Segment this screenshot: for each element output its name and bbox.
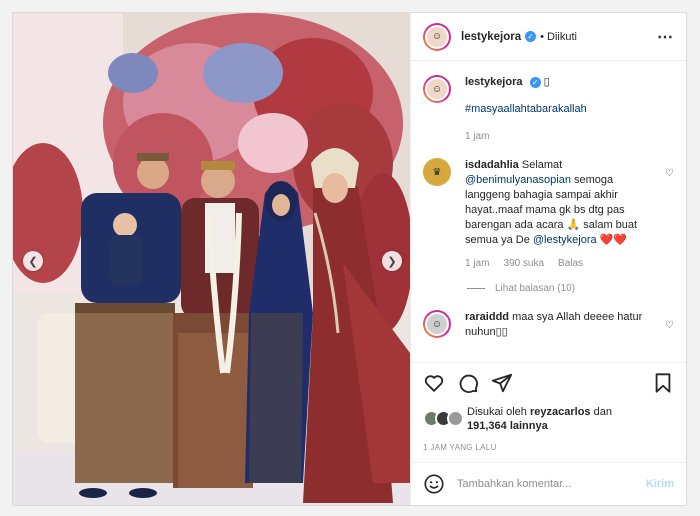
post-username[interactable]: lestykejora [461, 31, 521, 43]
avatar[interactable]: ♛ [423, 158, 451, 186]
caption-username[interactable]: lestykejora [465, 76, 522, 88]
avatar-image: ♛ [423, 158, 451, 186]
post-side-panel: ☺ lestykejora ✓ • Diikuti ⋯ ☺ lestykejor… [410, 13, 686, 505]
avatar[interactable]: ☺ [423, 75, 451, 103]
comment-likes[interactable]: 390 suka [503, 256, 544, 271]
more-options-icon[interactable]: ⋯ [657, 27, 674, 47]
avatar-image: ☺ [425, 312, 449, 336]
comment-meta: 1 jam 390 suka Balas [465, 256, 659, 271]
likes-text: Disukai oleh reyzacarlos dan 191,364 lai… [467, 405, 612, 433]
avatar-image: ☺ [425, 77, 449, 101]
chevron-left-icon[interactable]: ❮ [23, 251, 43, 271]
share-icon[interactable] [491, 372, 513, 394]
likes-summary: Disukai oleh reyzacarlos dan 191,364 lai… [423, 405, 674, 433]
likes-connector: dan [593, 406, 612, 418]
comment-icon[interactable] [457, 372, 479, 394]
likes-prefix: Disukai oleh [467, 406, 527, 418]
comment-item: ♛ isdadahlia Selamat @benimulyanasopian … [423, 158, 674, 271]
follow-state[interactable]: • Diikuti [540, 31, 577, 43]
caption-body: lestykejora ✓ ▯ #masyaallahtabarakallah … [465, 75, 674, 144]
caption-time[interactable]: 1 jam [465, 129, 489, 144]
likes-count[interactable]: 191,364 [467, 420, 507, 432]
verified-icon: ✓ [529, 76, 541, 88]
reply-button[interactable]: Balas [558, 256, 583, 271]
caption: ☺ lestykejora ✓ ▯ #masyaallahtabarakalla… [423, 75, 674, 144]
verified-icon: ✓ [525, 31, 537, 42]
caption-hashtag[interactable]: #masyaallahtabarakallah [465, 102, 674, 117]
comment-body: isdadahlia Selamat @benimulyanasopian se… [465, 158, 659, 271]
post-photo[interactable]: ❮ ❯ [13, 13, 410, 505]
comment-text: Selamat [521, 159, 563, 171]
comment-username[interactable]: raraiddd [465, 311, 509, 323]
view-replies[interactable]: Lihat balasan (10) [467, 283, 674, 294]
comment-time[interactable]: 1 jam [465, 256, 489, 271]
avatar[interactable]: ☺ [423, 22, 451, 51]
post-timestamp[interactable]: 1 JAM YANG LALU [423, 443, 674, 452]
comment-item: ☺ raraiddd maa sya Allah deeee hatur nuh… [423, 310, 674, 340]
comment-body: raraiddd maa sya Allah deeee hatur nuhun… [465, 310, 659, 340]
bookmark-icon[interactable] [652, 372, 674, 394]
post-actions: Disukai oleh reyzacarlos dan 191,364 lai… [411, 362, 686, 462]
wedding-photo [13, 13, 410, 505]
comment-hearts: ❤️❤️ [599, 234, 628, 246]
heart-icon[interactable] [423, 372, 445, 394]
liker-username[interactable]: reyzacarlos [530, 406, 591, 418]
heart-icon[interactable]: ♡ [665, 168, 674, 271]
view-replies-label: Lihat balasan (10) [495, 283, 576, 294]
chevron-right-icon[interactable]: ❯ [382, 251, 402, 271]
liker-avatars[interactable] [423, 410, 467, 428]
heart-icon[interactable]: ♡ [665, 320, 674, 340]
avatar[interactable]: ☺ [423, 310, 451, 338]
caption-emoji: ▯ [543, 76, 550, 88]
add-comment-bar: Kirim [411, 462, 686, 505]
comment-mention[interactable]: @lestykejora [533, 234, 597, 246]
comment-mention[interactable]: @benimulyanasopian [465, 174, 571, 186]
avatar-image: ☺ [425, 24, 449, 49]
post-modal: ❮ ❯ ☺ lestykejora ✓ • Diikuti ⋯ ☺ lestyk… [12, 12, 687, 506]
likes-suffix[interactable]: lainnya [510, 420, 548, 432]
post-comment-button[interactable]: Kirim [646, 478, 674, 490]
caption-meta: 1 jam [465, 129, 674, 144]
comment-username[interactable]: isdadahlia [465, 159, 519, 171]
comments-list: ☺ lestykejora ✓ ▯ #masyaallahtabarakalla… [411, 61, 686, 362]
action-icons [423, 371, 674, 395]
replies-line [467, 288, 485, 289]
post-header: ☺ lestykejora ✓ • Diikuti ⋯ [411, 13, 686, 61]
emoji-icon[interactable] [423, 473, 445, 495]
comment-input[interactable] [457, 478, 646, 490]
